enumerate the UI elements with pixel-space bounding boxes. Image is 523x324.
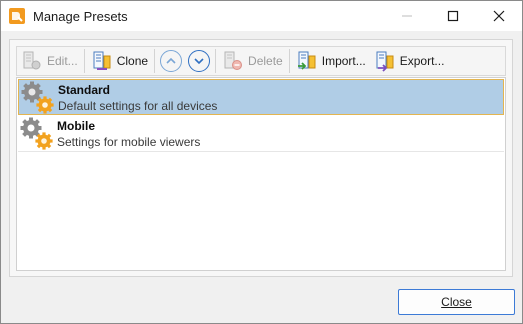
clone-button[interactable]: Clone bbox=[87, 48, 152, 74]
edit-button[interactable]: Edit... bbox=[17, 48, 82, 74]
row-divider bbox=[18, 151, 504, 152]
presets-toolbar: Edit... Clone Delete Import... Export... bbox=[16, 46, 506, 76]
delete-label: Delete bbox=[248, 54, 283, 68]
edit-preset-icon bbox=[23, 51, 41, 70]
toolbar-separator bbox=[215, 49, 217, 73]
move-up-button[interactable] bbox=[160, 50, 183, 72]
gears-icon bbox=[20, 117, 53, 150]
export-label: Export... bbox=[399, 54, 445, 68]
preset-description: Default settings for all devices bbox=[58, 99, 218, 113]
minimize-icon bbox=[402, 15, 412, 17]
presets-list[interactable]: Standard Default settings for all device… bbox=[16, 77, 506, 271]
presets-panel: Edit... Clone Delete Import... Export...… bbox=[9, 39, 513, 277]
arrow-up-circle-icon bbox=[166, 57, 176, 64]
move-down-button[interactable] bbox=[188, 50, 211, 72]
toolbar-separator bbox=[288, 49, 290, 73]
preset-description: Settings for mobile viewers bbox=[57, 135, 201, 149]
arrow-down-circle-icon bbox=[194, 58, 204, 65]
delete-preset-icon bbox=[224, 51, 243, 70]
import-preset-icon bbox=[297, 51, 316, 70]
manage-presets-dialog: Manage Presets Edit... Clone Delete Impo… bbox=[0, 0, 523, 324]
close-icon bbox=[493, 10, 505, 22]
title-bar[interactable]: Manage Presets bbox=[1, 1, 522, 31]
close-button[interactable]: Close bbox=[398, 289, 515, 315]
clone-preset-icon bbox=[93, 51, 111, 70]
toolbar-separator bbox=[83, 49, 85, 73]
export-button[interactable]: Export... bbox=[370, 48, 449, 74]
close-label: Close bbox=[441, 295, 472, 309]
minimize-button[interactable] bbox=[384, 1, 430, 31]
clone-label: Clone bbox=[116, 54, 149, 68]
app-logo-icon bbox=[9, 8, 25, 24]
edit-label: Edit... bbox=[47, 54, 78, 68]
gears-icon bbox=[21, 81, 54, 114]
maximize-icon bbox=[447, 10, 459, 22]
preset-name: Mobile bbox=[57, 119, 95, 133]
delete-button[interactable]: Delete bbox=[218, 48, 287, 74]
list-item[interactable]: Standard Default settings for all device… bbox=[18, 79, 504, 115]
toolbar-separator bbox=[154, 49, 156, 73]
import-button[interactable]: Import... bbox=[292, 48, 370, 74]
window-title: Manage Presets bbox=[33, 9, 128, 24]
maximize-button[interactable] bbox=[430, 1, 476, 31]
close-window-button[interactable] bbox=[476, 1, 522, 31]
list-item[interactable]: Mobile Settings for mobile viewers bbox=[18, 116, 504, 152]
export-preset-icon bbox=[376, 51, 394, 72]
preset-name: Standard bbox=[58, 83, 111, 97]
import-label: Import... bbox=[321, 54, 366, 68]
